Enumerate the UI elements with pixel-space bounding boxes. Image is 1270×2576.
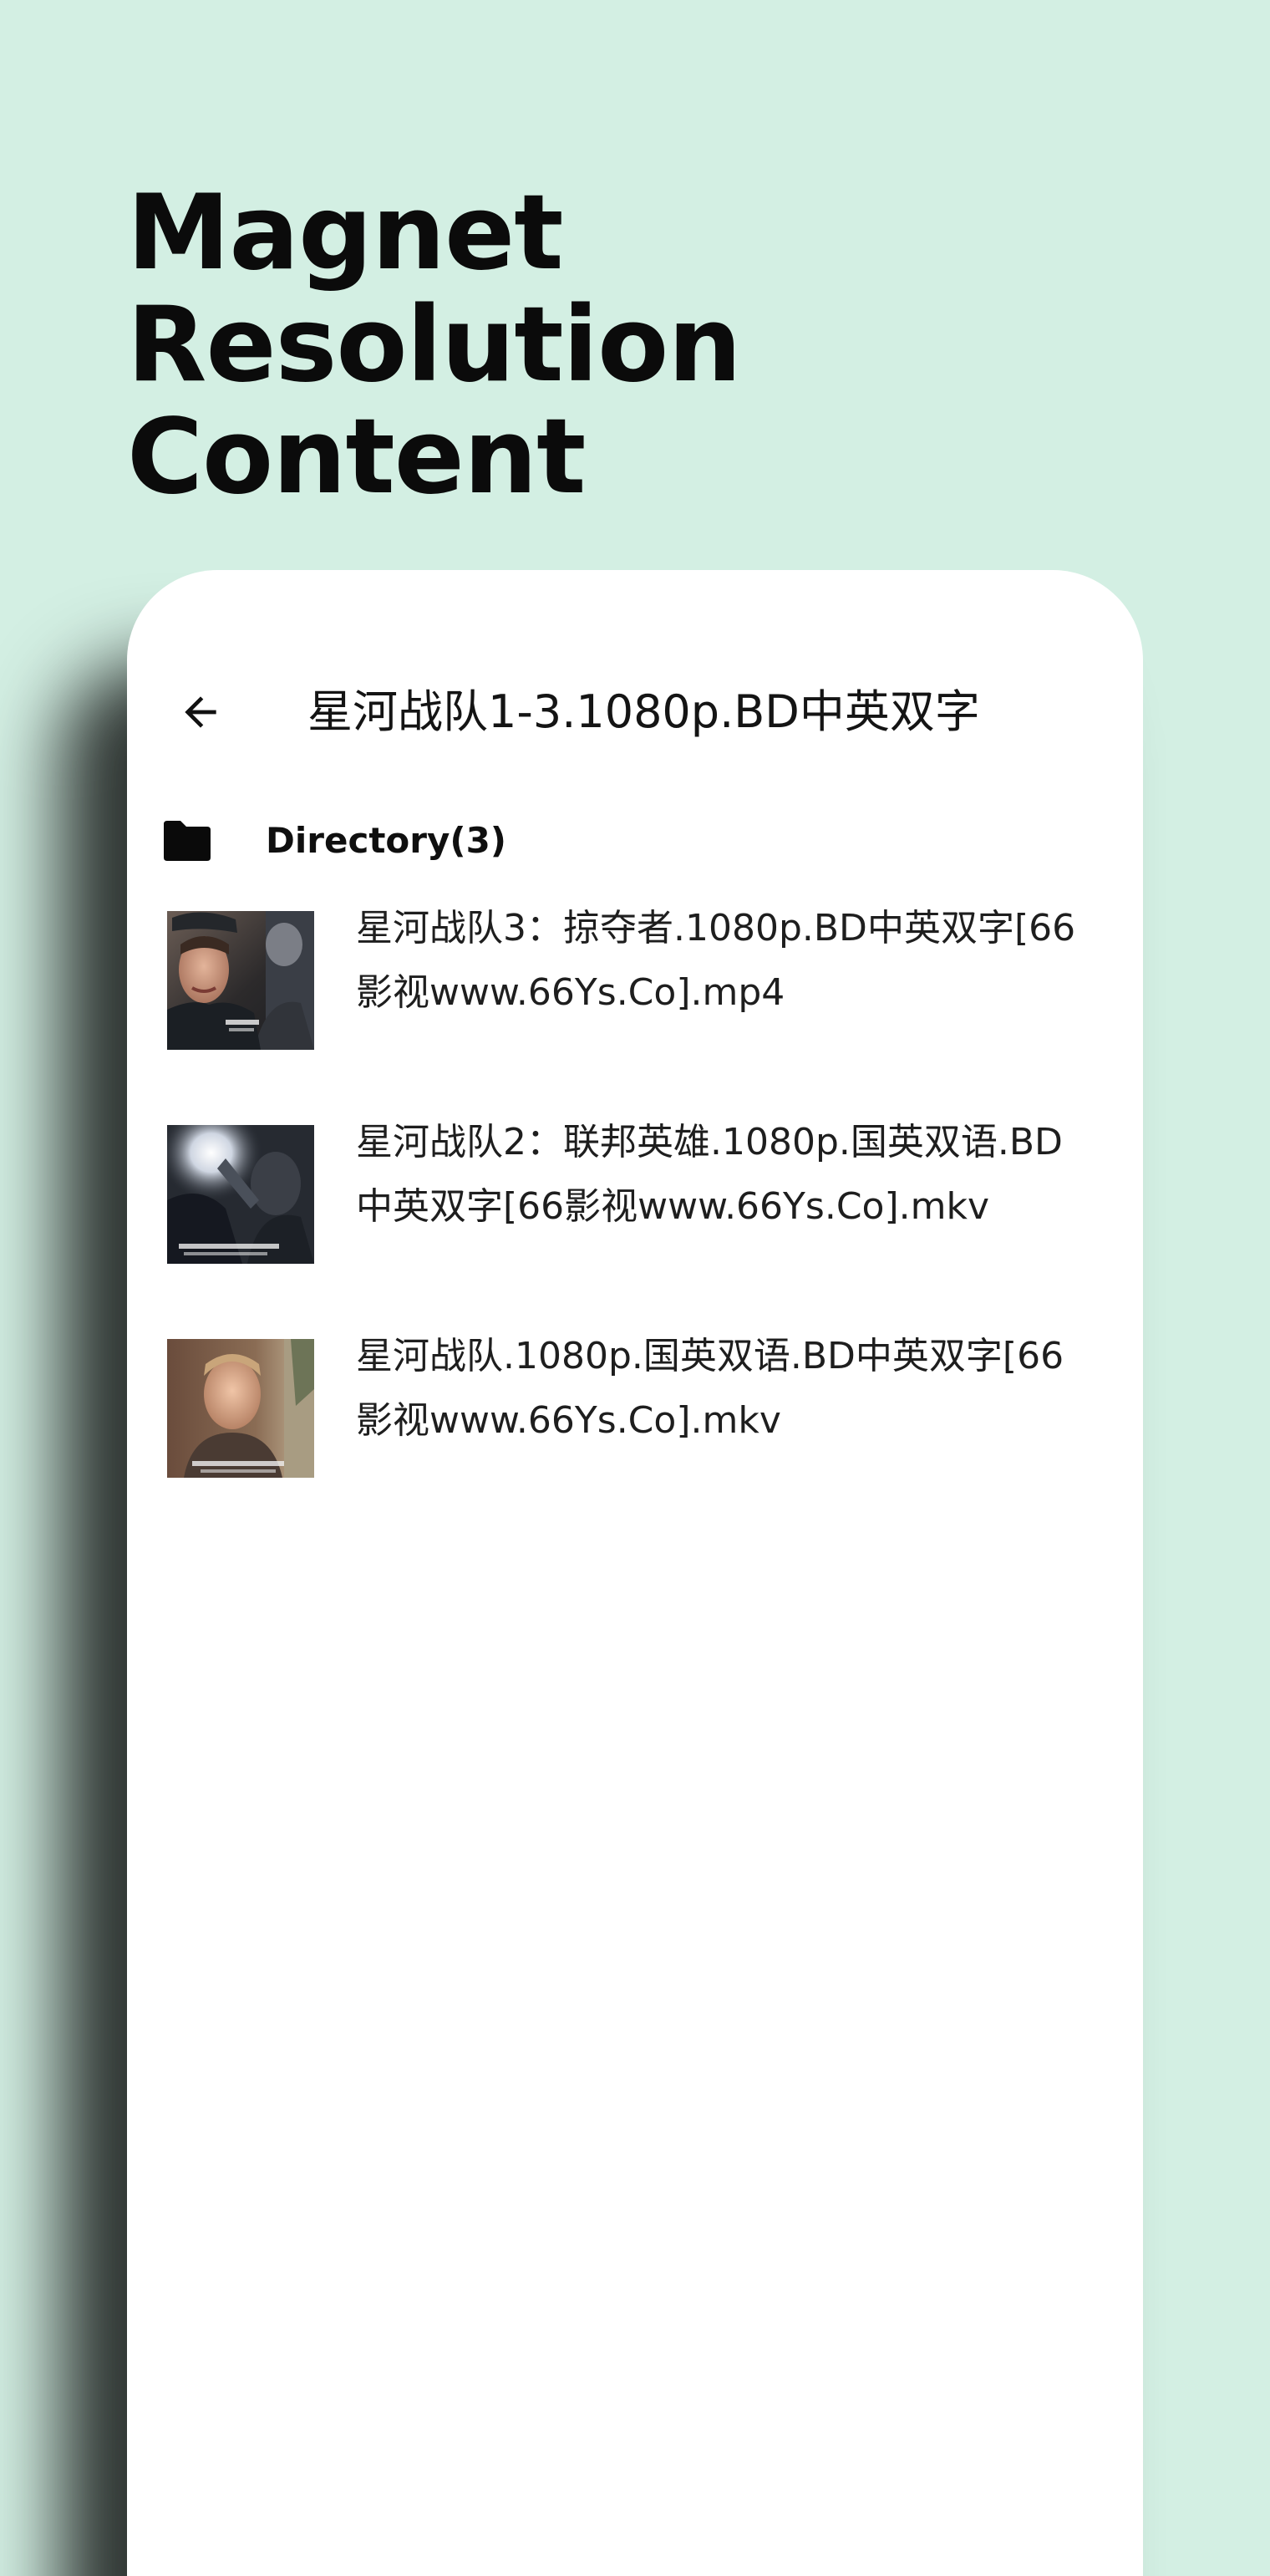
file-name: 星河战队3：掠夺者.1080p.BD中英双字[66影视www.66Ys.Co].… [356, 907, 1076, 1014]
headline-line-2: Content [127, 397, 586, 517]
app-bar: 星河战队1-3.1080p.BD中英双字 [127, 662, 1143, 762]
arrow-left-icon [185, 696, 216, 728]
video-thumbnail [167, 1125, 314, 1264]
back-button[interactable] [167, 679, 234, 746]
list-item[interactable]: 星河战队2：联邦英雄.1080p.国英双语.BD中英双字[66影视www.66Y… [127, 1110, 1143, 1324]
promo-headline: Magnet Resolution Content [127, 177, 1171, 513]
file-name: 星河战队2：联邦英雄.1080p.国英双语.BD中英双字[66影视www.66Y… [356, 1121, 1063, 1228]
headline-line-1: Magnet Resolution [127, 173, 742, 405]
file-list: 星河战队3：掠夺者.1080p.BD中英双字[66影视www.66Ys.Co].… [127, 896, 1143, 1491]
folder-icon [164, 821, 211, 861]
list-item[interactable]: 星河战队3：掠夺者.1080p.BD中英双字[66影视www.66Ys.Co].… [127, 896, 1143, 1110]
file-name: 星河战队.1080p.国英双语.BD中英双字[66影视www.66Ys.Co].… [356, 1335, 1064, 1442]
directory-header: Directory(3) [127, 801, 1143, 881]
directory-label: Directory(3) [266, 820, 506, 861]
phone-screen: 星河战队1-3.1080p.BD中英双字 Directory(3) 星河战队3：… [127, 570, 1143, 2576]
page-title: 星河战队1-3.1080p.BD中英双字 [307, 685, 980, 738]
video-thumbnail [167, 911, 314, 1050]
video-thumbnail [167, 1339, 314, 1478]
list-item[interactable]: 星河战队.1080p.国英双语.BD中英双字[66影视www.66Ys.Co].… [127, 1324, 1143, 1491]
